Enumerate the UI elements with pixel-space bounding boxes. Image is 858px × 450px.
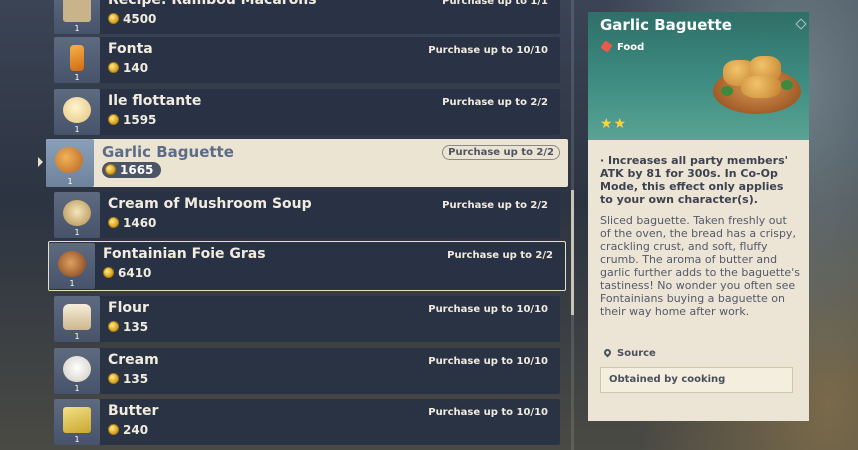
mora-coin-icon: [108, 373, 119, 384]
mora-coin-icon: [108, 62, 119, 73]
item-quantity: 1: [74, 332, 80, 341]
mora-coin-icon: [108, 321, 119, 332]
foie-gras-icon: [58, 251, 86, 277]
item-name: Garlic Baguette: [102, 143, 234, 161]
item-price: 240: [108, 423, 148, 437]
shop-item-row[interactable]: 1 Ile flottante 1595 Purchase up to 2/2: [54, 89, 560, 135]
butter-icon: [63, 407, 91, 433]
dessert-icon: [63, 97, 91, 123]
garlic-baguette-image: [713, 54, 801, 118]
item-thumbnail: 1: [49, 243, 95, 289]
purchase-limit: Purchase up to 10/10: [428, 356, 548, 367]
shop-item-row[interactable]: 1 Flour 135 Purchase up to 10/10: [54, 296, 560, 342]
item-quantity: 1: [74, 384, 80, 393]
item-price: 4500: [108, 12, 156, 26]
item-title: Garlic Baguette: [600, 16, 732, 34]
bottle-icon: [70, 45, 84, 71]
purchase-limit: Purchase up to 10/10: [428, 45, 548, 56]
flour-sack-icon: [63, 304, 91, 330]
item-thumbnail: 1: [54, 192, 100, 238]
rarity-stars: ★★: [600, 116, 628, 132]
recipe-icon: [63, 0, 91, 22]
item-thumbnail: 1: [54, 89, 100, 135]
source-heading: Source: [602, 347, 656, 359]
baguette-icon: [55, 147, 83, 173]
item-quantity: 1: [74, 228, 80, 237]
purchase-limit: Purchase up to 2/2: [442, 145, 560, 160]
source-value: Obtained by cooking: [609, 374, 726, 385]
item-thumbnail: 1: [54, 348, 100, 394]
shop-item-row[interactable]: 1 Fonta 140 Purchase up to 10/10: [54, 37, 560, 83]
purchase-limit: Purchase up to 1/1: [442, 0, 548, 7]
item-thumbnail: 1: [54, 37, 100, 83]
shop-item-list: 1 Recipe: Rambou Macarons 4500 Purchase …: [0, 0, 575, 450]
shop-item-row[interactable]: 1 Butter 240 Purchase up to 10/10: [54, 399, 560, 445]
soup-icon: [63, 200, 91, 226]
item-name: Recipe: Rambou Macarons: [108, 0, 317, 8]
item-price: 135: [108, 320, 148, 334]
shop-item-row[interactable]: 1 Cream of Mushroom Soup 1460 Purchase u…: [54, 192, 560, 238]
item-price: 1595: [108, 113, 156, 127]
purchase-limit: Purchase up to 2/2: [442, 200, 548, 211]
shop-item-row[interactable]: 1 Cream 135 Purchase up to 10/10: [54, 348, 560, 394]
item-quantity: 1: [74, 24, 80, 33]
item-name: Cream of Mushroom Soup: [108, 196, 312, 212]
mora-coin-icon: [108, 217, 119, 228]
shop-item-row-hovered[interactable]: 1 Fontainian Foie Gras 6410 Purchase up …: [48, 241, 566, 291]
cream-icon: [63, 356, 91, 382]
purchase-limit: Purchase up to 2/2: [447, 250, 553, 261]
mora-coin-icon: [108, 424, 119, 435]
purchase-limit: Purchase up to 10/10: [428, 407, 548, 418]
item-name: Cream: [108, 352, 159, 368]
item-price: 140: [108, 61, 148, 75]
item-name: Butter: [108, 403, 159, 419]
item-name: Ile flottante: [108, 93, 202, 109]
item-price: 1665: [102, 162, 162, 178]
item-category: Food: [600, 40, 644, 53]
item-quantity: 1: [69, 279, 75, 288]
mora-coin-icon: [108, 114, 119, 125]
item-name: Fonta: [108, 41, 153, 57]
purchase-limit: Purchase up to 10/10: [428, 304, 548, 315]
mora-coin-icon: [103, 267, 114, 278]
item-name: Flour: [108, 300, 149, 316]
item-description: Sliced baguette. Taken freshly out of th…: [600, 214, 800, 318]
item-quantity: 1: [74, 435, 80, 444]
item-thumbnail: 1: [54, 0, 100, 34]
scrollbar-thumb[interactable]: [571, 190, 574, 315]
item-detail-panel: Garlic Baguette Food ★★ · Increases all …: [588, 12, 809, 421]
food-category-icon: [600, 40, 613, 53]
item-thumbnail: 1: [54, 399, 100, 445]
source-box: Obtained by cooking: [600, 367, 793, 393]
item-thumbnail: 1: [54, 296, 100, 342]
item-price: 135: [108, 372, 148, 386]
item-quantity: 1: [74, 125, 80, 134]
item-name: Fontainian Foie Gras: [103, 246, 266, 262]
location-pin-icon: [602, 347, 613, 358]
corner-ornament-icon: [795, 18, 807, 30]
item-quantity: 1: [67, 177, 73, 186]
selection-arrow-icon: [38, 157, 43, 167]
item-price: 6410: [103, 266, 151, 280]
item-thumbnail: 1: [46, 139, 94, 187]
detail-header: Garlic Baguette Food ★★: [588, 12, 809, 140]
shop-item-row-selected[interactable]: 1 Garlic Baguette 1665 Purchase up to 2/…: [46, 139, 568, 187]
mora-coin-icon: [105, 164, 116, 175]
item-price: 1460: [108, 216, 156, 230]
mora-coin-icon: [108, 13, 119, 24]
purchase-limit: Purchase up to 2/2: [442, 97, 548, 108]
item-effect: · Increases all party members' ATK by 81…: [600, 154, 788, 206]
shop-item-row[interactable]: 1 Recipe: Rambou Macarons 4500 Purchase …: [54, 0, 560, 34]
item-quantity: 1: [74, 73, 80, 82]
